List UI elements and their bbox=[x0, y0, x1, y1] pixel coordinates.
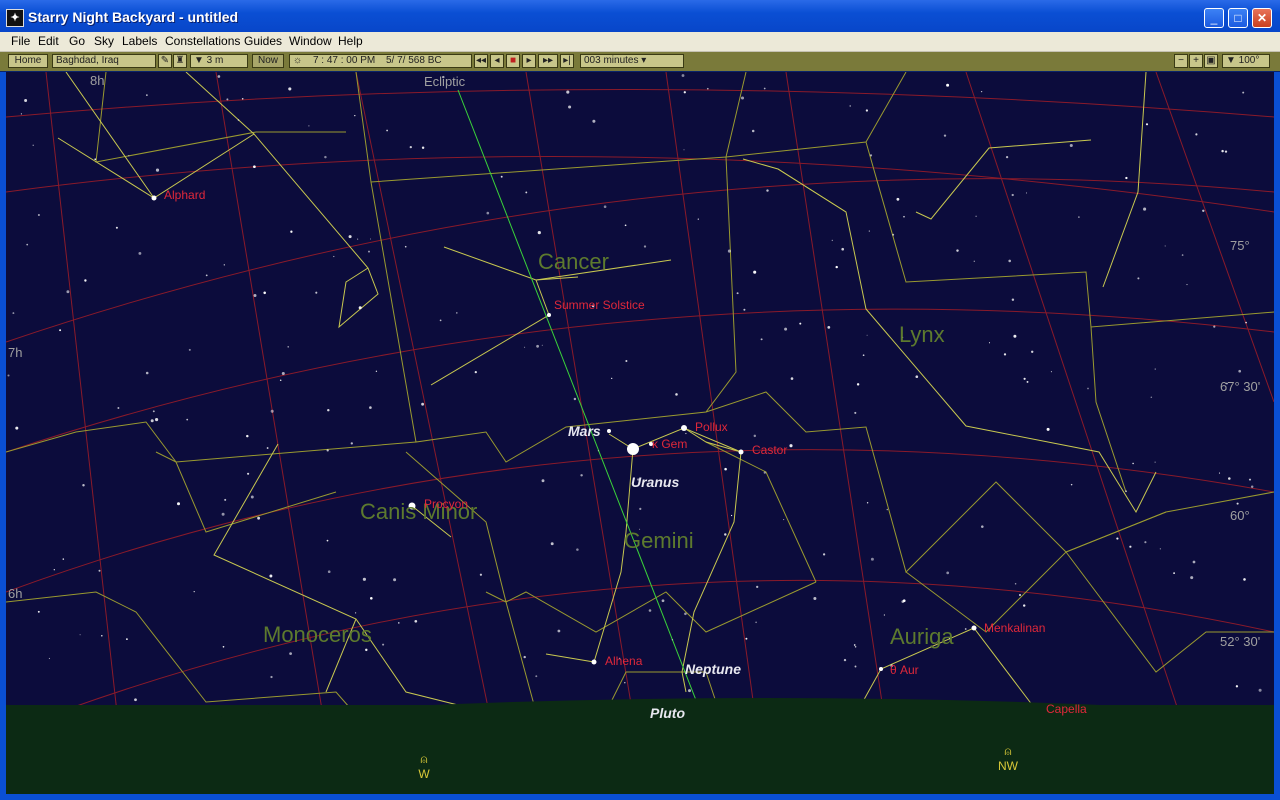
background-stars bbox=[7, 74, 1262, 708]
menu-help[interactable]: Help bbox=[338, 34, 363, 48]
constellation-lynx[interactable]: Lynx bbox=[899, 322, 945, 348]
constellation-gemini[interactable]: Gemini bbox=[624, 528, 694, 554]
step-back-fast-icon[interactable]: ◂◂ bbox=[474, 54, 488, 68]
sky-chart[interactable] bbox=[6, 72, 1274, 794]
date-field[interactable]: 5/ 7/ 568 BC bbox=[386, 55, 442, 66]
step-back-icon[interactable]: ◂ bbox=[490, 54, 504, 68]
planet-pluto[interactable]: Pluto bbox=[650, 705, 685, 721]
zoom-out-icon[interactable]: − bbox=[1174, 54, 1188, 68]
ra-label-6h: 6h bbox=[8, 586, 23, 601]
field-of-view-select[interactable]: ▼ 100° bbox=[1222, 54, 1270, 68]
ra-label-7h: 7h bbox=[8, 345, 23, 360]
planet-neptune[interactable]: Neptune bbox=[685, 661, 741, 677]
window-title: Starry Night Backyard - untitled bbox=[28, 9, 239, 25]
sky-view[interactable]: Ecliptic 8h 7h 6h 75° 67° 30' 60° 52° 30… bbox=[6, 72, 1274, 794]
constellation-monoceros[interactable]: Monoceros bbox=[263, 622, 372, 648]
elevation-field[interactable]: ▼ 3 m bbox=[190, 54, 248, 68]
menu-file[interactable]: File bbox=[11, 34, 30, 48]
compass-marker-icon: ⍝ bbox=[420, 752, 428, 766]
star-procyon[interactable]: Procyon bbox=[424, 497, 468, 511]
menu-sky[interactable]: Sky bbox=[94, 34, 114, 48]
zoom-reset-icon[interactable]: ▣ bbox=[1204, 54, 1218, 68]
fast-forward-icon[interactable]: ▸| bbox=[560, 54, 574, 68]
control-toolbar: Home Baghdad, Iraq ✎ ♜ ▼ 3 m Now ☼ 7 : 4… bbox=[0, 52, 1280, 71]
maximize-button[interactable]: □ bbox=[1228, 8, 1248, 28]
menu-guides[interactable]: Guides bbox=[244, 34, 282, 48]
star-castor[interactable]: Castor bbox=[752, 443, 787, 457]
menu-labels[interactable]: Labels bbox=[122, 34, 157, 48]
location-field[interactable]: Baghdad, Iraq bbox=[52, 54, 156, 68]
star-theta-aur[interactable]: θ Aur bbox=[890, 663, 919, 677]
planet-mars[interactable]: Mars bbox=[568, 423, 601, 439]
edit-location-icon[interactable]: ✎ bbox=[158, 54, 172, 68]
zoom-in-icon[interactable]: + bbox=[1189, 54, 1203, 68]
time-field[interactable]: 7 : 47 : 00 PM bbox=[313, 55, 375, 66]
app-icon[interactable]: ✦ bbox=[6, 9, 24, 27]
summer-solstice-marker[interactable]: Summer Solstice bbox=[554, 298, 645, 312]
constellation-auriga[interactable]: Auriga bbox=[890, 624, 954, 650]
sun-icon: ☼ bbox=[293, 55, 303, 66]
stop-icon[interactable]: ■ bbox=[506, 54, 520, 68]
menu-window[interactable]: Window bbox=[289, 34, 332, 48]
window-frame-bottom bbox=[0, 794, 1280, 800]
menu-bar: File Edit Go Sky Labels Constellations G… bbox=[0, 32, 1280, 52]
home-button[interactable]: Home bbox=[8, 54, 48, 68]
menu-constellations[interactable]: Constellations bbox=[165, 34, 240, 48]
minimize-button[interactable]: _ bbox=[1204, 8, 1224, 28]
elevation-icon[interactable]: ♜ bbox=[173, 54, 187, 68]
constellation-cancer[interactable]: Cancer bbox=[538, 249, 609, 275]
play-icon[interactable]: ▸ bbox=[522, 54, 536, 68]
compass-west[interactable]: ⍝ W bbox=[414, 752, 434, 781]
dec-label-75: 75° bbox=[1230, 238, 1250, 253]
time-display[interactable]: ☼ 7 : 47 : 00 PM 5/ 7/ 568 BC bbox=[289, 54, 472, 68]
step-forward-icon[interactable]: ▸▸ bbox=[538, 54, 558, 68]
star-pollux[interactable]: Pollux bbox=[695, 420, 728, 434]
ecliptic-label: Ecliptic bbox=[424, 74, 466, 89]
star-kappa-gem[interactable]: κ Gem bbox=[652, 437, 687, 451]
menu-go[interactable]: Go bbox=[69, 34, 85, 48]
coordinate-grid bbox=[6, 72, 1274, 794]
title-bar[interactable]: ✦ Starry Night Backyard - untitled _ □ ✕ bbox=[0, 0, 1280, 32]
planet-uranus[interactable]: Uranus bbox=[631, 474, 679, 490]
star-alhena[interactable]: Alhena bbox=[605, 654, 642, 668]
dec-label-60: 60° bbox=[1230, 508, 1250, 523]
window-frame-right bbox=[1274, 72, 1280, 800]
menu-edit[interactable]: Edit bbox=[38, 34, 59, 48]
close-button[interactable]: ✕ bbox=[1252, 8, 1272, 28]
compass-northwest[interactable]: ⍝ NW bbox=[996, 744, 1020, 773]
time-step-select[interactable]: 003 minutes ▾ bbox=[580, 54, 684, 68]
dec-label-67-30: 67° 30' bbox=[1220, 379, 1261, 394]
star-capella[interactable]: Capella bbox=[1046, 702, 1087, 716]
ra-label-8h: 8h bbox=[90, 73, 105, 88]
star-menkalinan[interactable]: Menkalinan bbox=[984, 621, 1045, 635]
compass-northwest-label: NW bbox=[998, 759, 1018, 773]
compass-west-label: W bbox=[418, 767, 430, 781]
dec-label-52-30: 52° 30' bbox=[1220, 634, 1261, 649]
now-button[interactable]: Now bbox=[252, 54, 284, 68]
compass-marker-icon: ⍝ bbox=[1004, 744, 1012, 758]
star-alphard[interactable]: Alphard bbox=[164, 188, 205, 202]
